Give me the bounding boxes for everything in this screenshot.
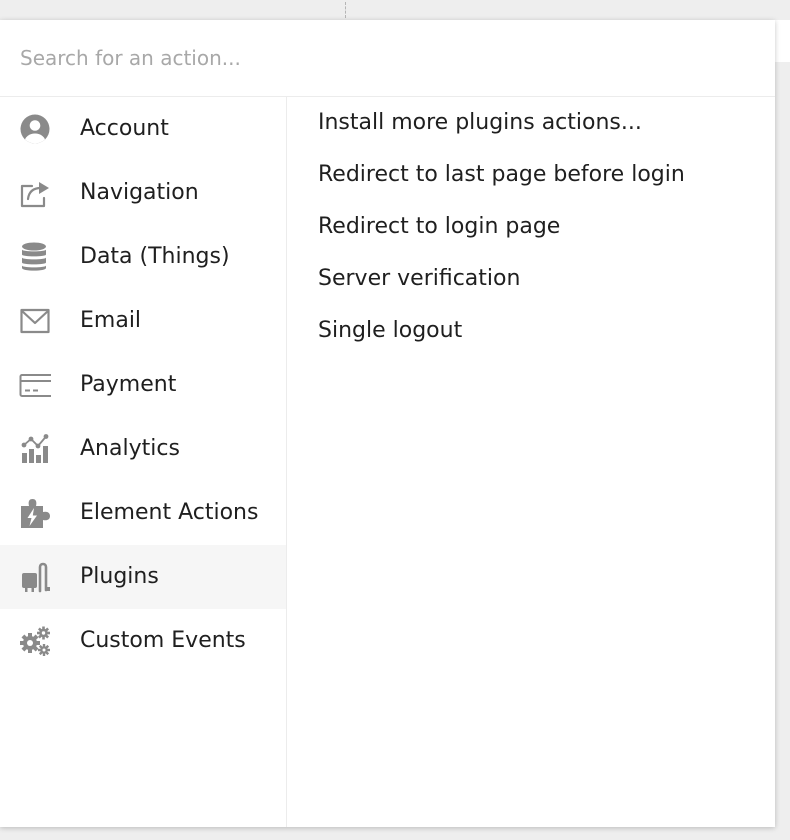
puzzle-bolt-icon: [19, 497, 51, 529]
category-payment[interactable]: Payment: [0, 353, 286, 417]
action-install-more-plugins[interactable]: Install more plugins actions...: [287, 97, 775, 149]
share-icon: [19, 177, 51, 209]
canvas-background: [775, 20, 790, 62]
category-label: Plugins: [80, 564, 159, 589]
search-bar: [0, 20, 775, 97]
chart-icon: [19, 433, 51, 465]
action-single-logout[interactable]: Single logout: [287, 305, 775, 357]
gears-icon: [19, 625, 51, 657]
search-input[interactable]: [0, 20, 775, 96]
category-plugins[interactable]: Plugins: [0, 545, 286, 609]
category-email[interactable]: Email: [0, 289, 286, 353]
envelope-icon: [19, 305, 51, 337]
category-label: Element Actions: [80, 500, 259, 525]
credit-card-icon: [19, 369, 51, 401]
category-label: Data (Things): [80, 244, 230, 269]
action-list: Install more plugins actions... Redirect…: [287, 97, 775, 827]
category-account[interactable]: Account: [0, 97, 286, 161]
category-label: Navigation: [80, 180, 199, 205]
action-redirect-login-page[interactable]: Redirect to login page: [287, 201, 775, 253]
category-navigation[interactable]: Navigation: [0, 161, 286, 225]
category-label: Email: [80, 308, 142, 333]
category-element-actions[interactable]: Element Actions: [0, 481, 286, 545]
category-analytics[interactable]: Analytics: [0, 417, 286, 481]
category-custom-events[interactable]: Custom Events: [0, 609, 286, 673]
category-label: Analytics: [80, 436, 180, 461]
category-label: Payment: [80, 372, 177, 397]
category-data-things[interactable]: Data (Things): [0, 225, 286, 289]
category-label: Account: [80, 116, 169, 141]
action-redirect-last-page[interactable]: Redirect to last page before login: [287, 149, 775, 201]
account-icon: [19, 113, 51, 145]
database-icon: [19, 241, 51, 273]
category-label: Custom Events: [80, 628, 246, 653]
canvas-guide-line: [345, 2, 346, 18]
action-server-verification[interactable]: Server verification: [287, 253, 775, 305]
plug-icon: [19, 561, 51, 593]
action-palette: Account Navigation Data (: [0, 20, 775, 827]
category-list: Account Navigation Data (Things) Email P…: [0, 97, 287, 827]
